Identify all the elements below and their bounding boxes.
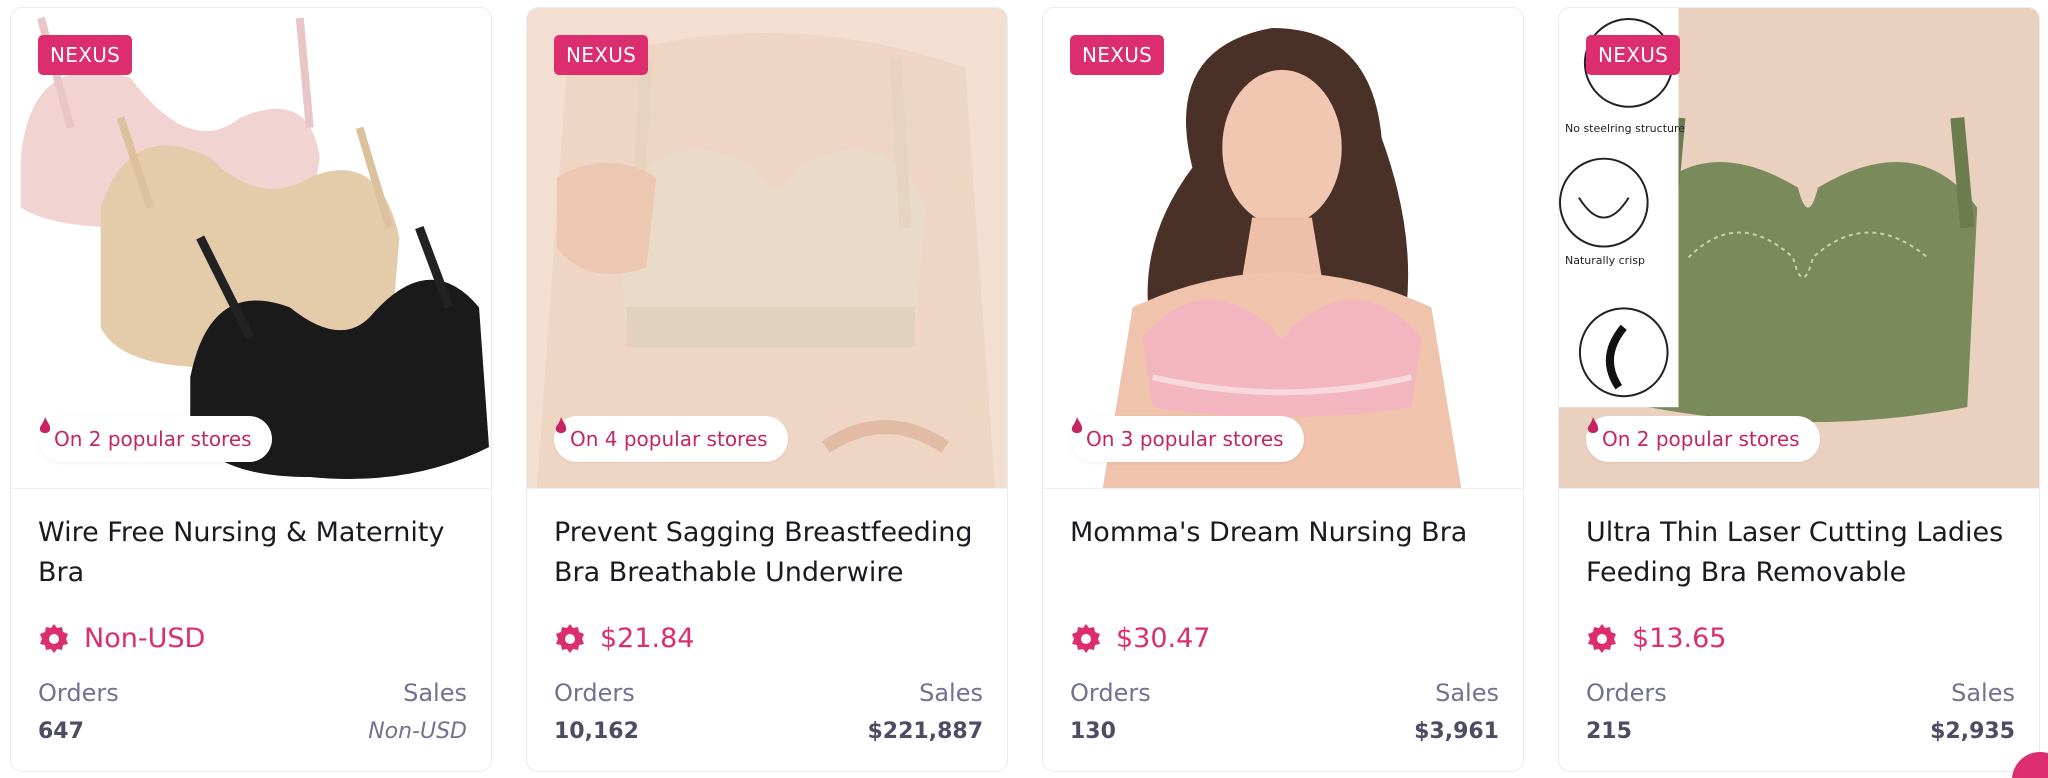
orders-value: 215	[1586, 719, 1632, 744]
orders-label: Orders	[1070, 679, 1151, 707]
sales-value: $221,887	[867, 719, 983, 744]
product-image[interactable]: No steelring structure Naturally crisp N…	[1559, 8, 2039, 489]
brand-tag: NEXUS	[554, 35, 649, 75]
product-card[interactable]: NEXUS On 2 popular stores Wire Free Nurs…	[10, 7, 492, 772]
orders-value: 647	[38, 719, 84, 744]
popular-stores-text: On 3 popular stores	[1086, 427, 1284, 451]
price: $13.65	[1632, 622, 1727, 654]
orders-label: Orders	[554, 679, 635, 707]
product-image[interactable]: NEXUS On 3 popular stores	[1043, 8, 1523, 489]
sales-value: $2,935	[1930, 719, 2015, 744]
product-title[interactable]: Momma's Dream Nursing Bra	[1070, 513, 1500, 553]
flame-icon	[1587, 417, 1599, 433]
sales-value: $3,961	[1414, 719, 1499, 744]
product-grid: NEXUS On 2 popular stores Wire Free Nurs…	[10, 7, 2040, 772]
price-row: $13.65	[1586, 622, 1726, 654]
product-image[interactable]: NEXUS On 2 popular stores	[11, 8, 491, 489]
product-card[interactable]: NEXUS On 3 popular stores Momma's Dream …	[1042, 7, 1524, 772]
sales-label: Sales	[919, 679, 983, 707]
brand-tag: NEXUS	[1070, 35, 1165, 75]
popular-stores-text: On 2 popular stores	[1602, 427, 1800, 451]
popular-stores-text: On 4 popular stores	[570, 427, 768, 451]
price-row: $30.47	[1070, 622, 1210, 654]
price: $21.84	[600, 622, 695, 654]
popular-stores-badge[interactable]: On 2 popular stores	[1586, 416, 1820, 462]
product-image[interactable]: NEXUS On 4 popular stores	[527, 8, 1007, 489]
flame-icon	[1071, 417, 1083, 433]
gear-badge-icon	[1588, 624, 1616, 653]
orders-label: Orders	[38, 679, 119, 707]
flame-icon	[555, 417, 567, 433]
flame-icon	[39, 417, 51, 433]
product-card[interactable]: NEXUS On 4 popular stores Prevent Saggin…	[526, 7, 1008, 772]
popular-stores-badge[interactable]: On 2 popular stores	[38, 416, 272, 462]
sales-label: Sales	[1951, 679, 2015, 707]
sales-value: Non-USD	[368, 719, 467, 744]
gear-badge-icon	[40, 624, 68, 653]
price-row: Non-USD	[38, 622, 205, 654]
price: Non-USD	[84, 622, 206, 654]
price: $30.47	[1116, 622, 1211, 654]
orders-label: Orders	[1586, 679, 1667, 707]
orders-value: 130	[1070, 719, 1116, 744]
brand-tag: NEXUS	[1586, 35, 1681, 75]
product-title[interactable]: Prevent Sagging Breastfeeding Bra Breath…	[554, 513, 984, 593]
sales-label: Sales	[1435, 679, 1499, 707]
brand-tag: NEXUS	[38, 35, 133, 75]
gear-badge-icon	[1072, 624, 1100, 653]
price-row: $21.84	[554, 622, 694, 654]
sales-label: Sales	[403, 679, 467, 707]
diagram-label: No steelring structure	[1565, 122, 1686, 135]
popular-stores-badge[interactable]: On 4 popular stores	[554, 416, 788, 462]
gear-badge-icon	[556, 624, 584, 653]
orders-value: 10,162	[554, 719, 639, 744]
diagram-label: Naturally crisp	[1565, 254, 1645, 267]
product-card[interactable]: No steelring structure Naturally crisp N…	[1558, 7, 2040, 772]
popular-stores-text: On 2 popular stores	[54, 427, 252, 451]
product-title[interactable]: Ultra Thin Laser Cutting Ladies Feeding …	[1586, 513, 2016, 593]
product-title[interactable]: Wire Free Nursing & Maternity Bra	[38, 513, 468, 593]
popular-stores-badge[interactable]: On 3 popular stores	[1070, 416, 1304, 462]
